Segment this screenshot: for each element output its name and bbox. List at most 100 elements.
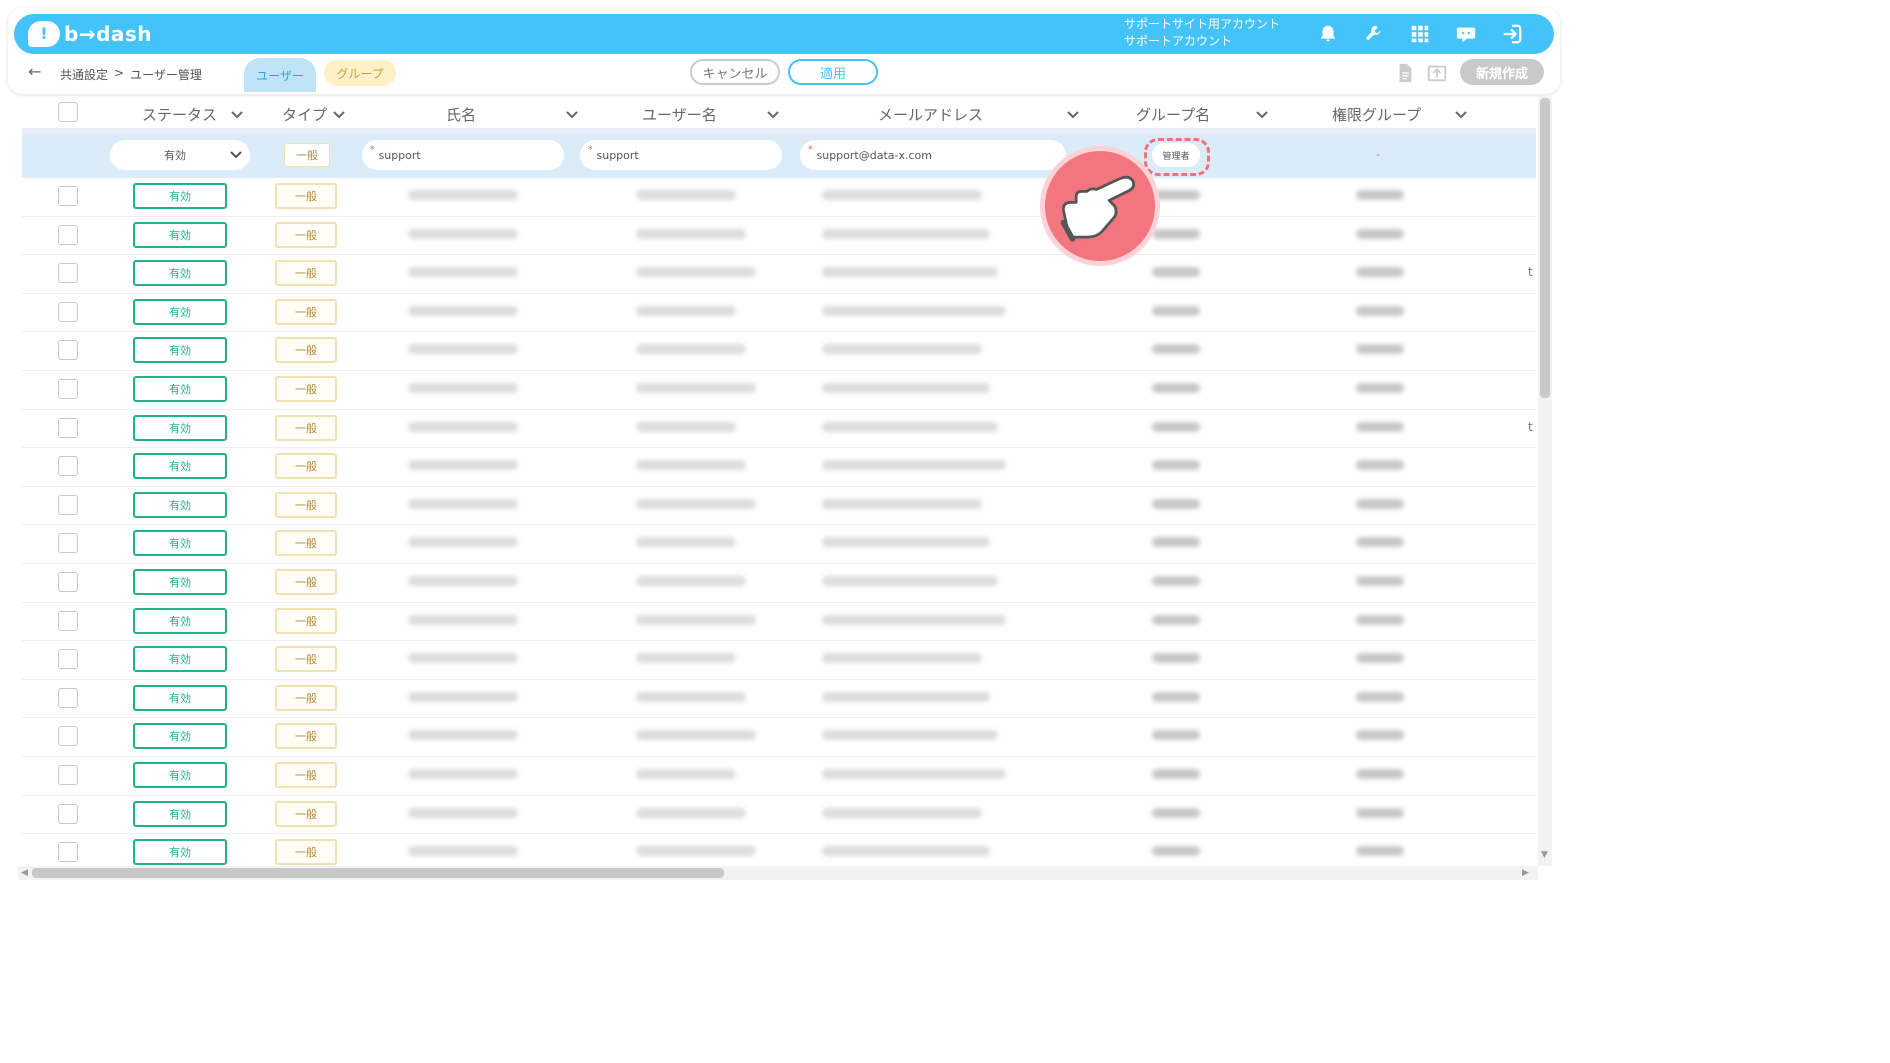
status-badge[interactable]: 有効 bbox=[133, 762, 227, 788]
username-filter-input[interactable]: * support bbox=[580, 140, 782, 170]
row-checkbox[interactable] bbox=[58, 340, 78, 361]
table-row[interactable]: 有効 一般 bbox=[22, 371, 1536, 410]
type-badge[interactable]: 一般 bbox=[275, 530, 337, 557]
row-checkbox[interactable] bbox=[58, 726, 78, 747]
table-row[interactable]: 有効 一般 bbox=[22, 641, 1536, 680]
horizontal-scroll-thumb[interactable] bbox=[32, 868, 724, 878]
document-icon[interactable] bbox=[1394, 62, 1416, 84]
status-badge[interactable]: 有効 bbox=[133, 800, 227, 827]
cancel-button[interactable]: キャンセル bbox=[690, 59, 780, 85]
status-badge[interactable]: 有効 bbox=[133, 183, 227, 209]
upload-icon[interactable] bbox=[1426, 62, 1448, 84]
table-row[interactable]: 有効 一般 bbox=[22, 796, 1536, 835]
type-badge[interactable]: 一般 bbox=[275, 646, 337, 673]
row-checkbox[interactable] bbox=[58, 417, 78, 438]
app-logo[interactable]: ! b→dash bbox=[28, 20, 152, 48]
account-info[interactable]: サポートサイト用アカウント サポートアカウント bbox=[1124, 16, 1280, 50]
status-filter-select[interactable]: 有効 bbox=[110, 140, 250, 170]
chat-icon[interactable] bbox=[1450, 20, 1482, 48]
tab-users[interactable]: ユーザー bbox=[244, 58, 316, 92]
row-checkbox[interactable] bbox=[58, 842, 78, 863]
type-badge[interactable]: 一般 bbox=[275, 607, 337, 634]
status-badge[interactable]: 有効 bbox=[133, 491, 227, 518]
table-row[interactable]: 有効 一般 bbox=[22, 332, 1536, 371]
breadcrumb-item-common[interactable]: 共通設定 bbox=[60, 66, 108, 83]
status-badge[interactable]: 有効 bbox=[133, 453, 227, 480]
apply-button[interactable]: 適用 bbox=[788, 59, 878, 85]
table-row[interactable]: 有効 一般 bbox=[22, 718, 1536, 757]
type-badge[interactable]: 一般 bbox=[275, 183, 337, 209]
scroll-right-icon[interactable]: ▶ bbox=[1522, 868, 1529, 878]
row-checkbox[interactable] bbox=[58, 301, 78, 322]
column-header-name[interactable]: 氏名 bbox=[446, 104, 578, 125]
type-badge[interactable]: 一般 bbox=[275, 800, 337, 827]
row-checkbox[interactable] bbox=[58, 224, 78, 245]
scroll-left-icon[interactable]: ◀ bbox=[21, 868, 28, 878]
column-header-status[interactable]: ステータス bbox=[142, 104, 243, 125]
permission-filter[interactable]: - bbox=[1376, 148, 1380, 161]
tab-groups[interactable]: グループ bbox=[324, 60, 396, 86]
column-header-permission[interactable]: 権限グループ bbox=[1332, 104, 1467, 125]
table-row[interactable]: 有効 一般 bbox=[22, 834, 1536, 866]
table-row[interactable]: 有効 一般 bbox=[22, 217, 1536, 256]
row-checkbox[interactable] bbox=[58, 533, 78, 554]
chevron-down-icon[interactable] bbox=[1455, 110, 1467, 119]
type-badge[interactable]: 一般 bbox=[275, 839, 337, 866]
table-row[interactable]: 有効 一般 bbox=[22, 757, 1536, 796]
logout-icon[interactable] bbox=[1496, 20, 1528, 48]
row-checkbox[interactable] bbox=[58, 263, 78, 284]
table-row[interactable]: 有効 一般 bbox=[22, 525, 1536, 564]
column-header-group[interactable]: グループ名 bbox=[1136, 104, 1268, 125]
type-badge[interactable]: 一般 bbox=[275, 723, 337, 750]
status-badge[interactable]: 有効 bbox=[133, 839, 227, 866]
chevron-down-icon[interactable] bbox=[766, 110, 779, 119]
status-badge[interactable]: 有効 bbox=[133, 684, 227, 711]
row-checkbox[interactable] bbox=[58, 803, 78, 824]
type-badge[interactable]: 一般 bbox=[275, 221, 337, 248]
chevron-down-icon[interactable] bbox=[333, 110, 345, 119]
wrench-icon[interactable] bbox=[1358, 20, 1390, 48]
type-badge[interactable]: 一般 bbox=[275, 337, 337, 364]
name-filter-input[interactable]: * support bbox=[362, 140, 564, 170]
vertical-scroll-thumb[interactable] bbox=[1540, 98, 1550, 398]
back-arrow-icon[interactable]: ← bbox=[28, 62, 41, 81]
column-header-email[interactable]: メールアドレス bbox=[878, 104, 1079, 125]
table-row[interactable]: 有効 一般 bbox=[22, 448, 1536, 487]
status-badge[interactable]: 有効 bbox=[133, 607, 227, 634]
email-filter-input[interactable]: * support@data-x.com bbox=[800, 140, 1066, 170]
column-header-username[interactable]: ユーザー名 bbox=[642, 104, 779, 125]
table-row[interactable]: 有効 一般 bbox=[22, 680, 1536, 719]
type-badge[interactable]: 一般 bbox=[275, 376, 337, 402]
type-badge[interactable]: 一般 bbox=[275, 453, 337, 480]
scroll-down-icon[interactable]: ▼ bbox=[1541, 850, 1548, 860]
table-row[interactable]: 有効 一般 bbox=[22, 603, 1536, 642]
chevron-down-icon[interactable] bbox=[231, 110, 243, 119]
row-checkbox[interactable] bbox=[58, 572, 78, 592]
type-badge[interactable]: 一般 bbox=[275, 298, 337, 325]
status-badge[interactable]: 有効 bbox=[133, 530, 227, 557]
type-badge[interactable]: 一般 bbox=[275, 491, 337, 518]
column-header-type[interactable]: タイプ bbox=[282, 104, 345, 125]
chevron-down-icon[interactable] bbox=[1067, 110, 1079, 119]
table-row[interactable]: 有効 一般 t bbox=[22, 255, 1536, 294]
status-badge[interactable]: 有効 bbox=[133, 646, 227, 673]
row-checkbox[interactable] bbox=[58, 765, 78, 785]
bell-icon[interactable] bbox=[1312, 20, 1344, 48]
type-badge[interactable]: 一般 bbox=[275, 684, 337, 711]
horizontal-scrollbar[interactable]: ◀ ▶ bbox=[18, 866, 1538, 880]
chevron-down-icon[interactable] bbox=[566, 110, 578, 119]
create-new-button[interactable]: 新規作成 bbox=[1460, 59, 1544, 85]
type-badge[interactable]: 一般 bbox=[275, 569, 337, 595]
type-badge[interactable]: 一般 bbox=[275, 414, 337, 441]
row-checkbox[interactable] bbox=[58, 494, 78, 515]
table-row[interactable]: 有効 一般 bbox=[22, 178, 1536, 217]
select-all-checkbox[interactable] bbox=[58, 102, 78, 122]
status-badge[interactable]: 有効 bbox=[133, 221, 227, 248]
grid-icon[interactable] bbox=[1404, 20, 1436, 48]
row-checkbox[interactable] bbox=[58, 186, 78, 206]
status-badge[interactable]: 有効 bbox=[133, 298, 227, 325]
type-filter[interactable]: 一般 bbox=[284, 143, 330, 167]
status-badge[interactable]: 有効 bbox=[133, 569, 227, 595]
table-row[interactable]: 有効 一般 bbox=[22, 564, 1536, 603]
status-badge[interactable]: 有効 bbox=[133, 414, 227, 441]
